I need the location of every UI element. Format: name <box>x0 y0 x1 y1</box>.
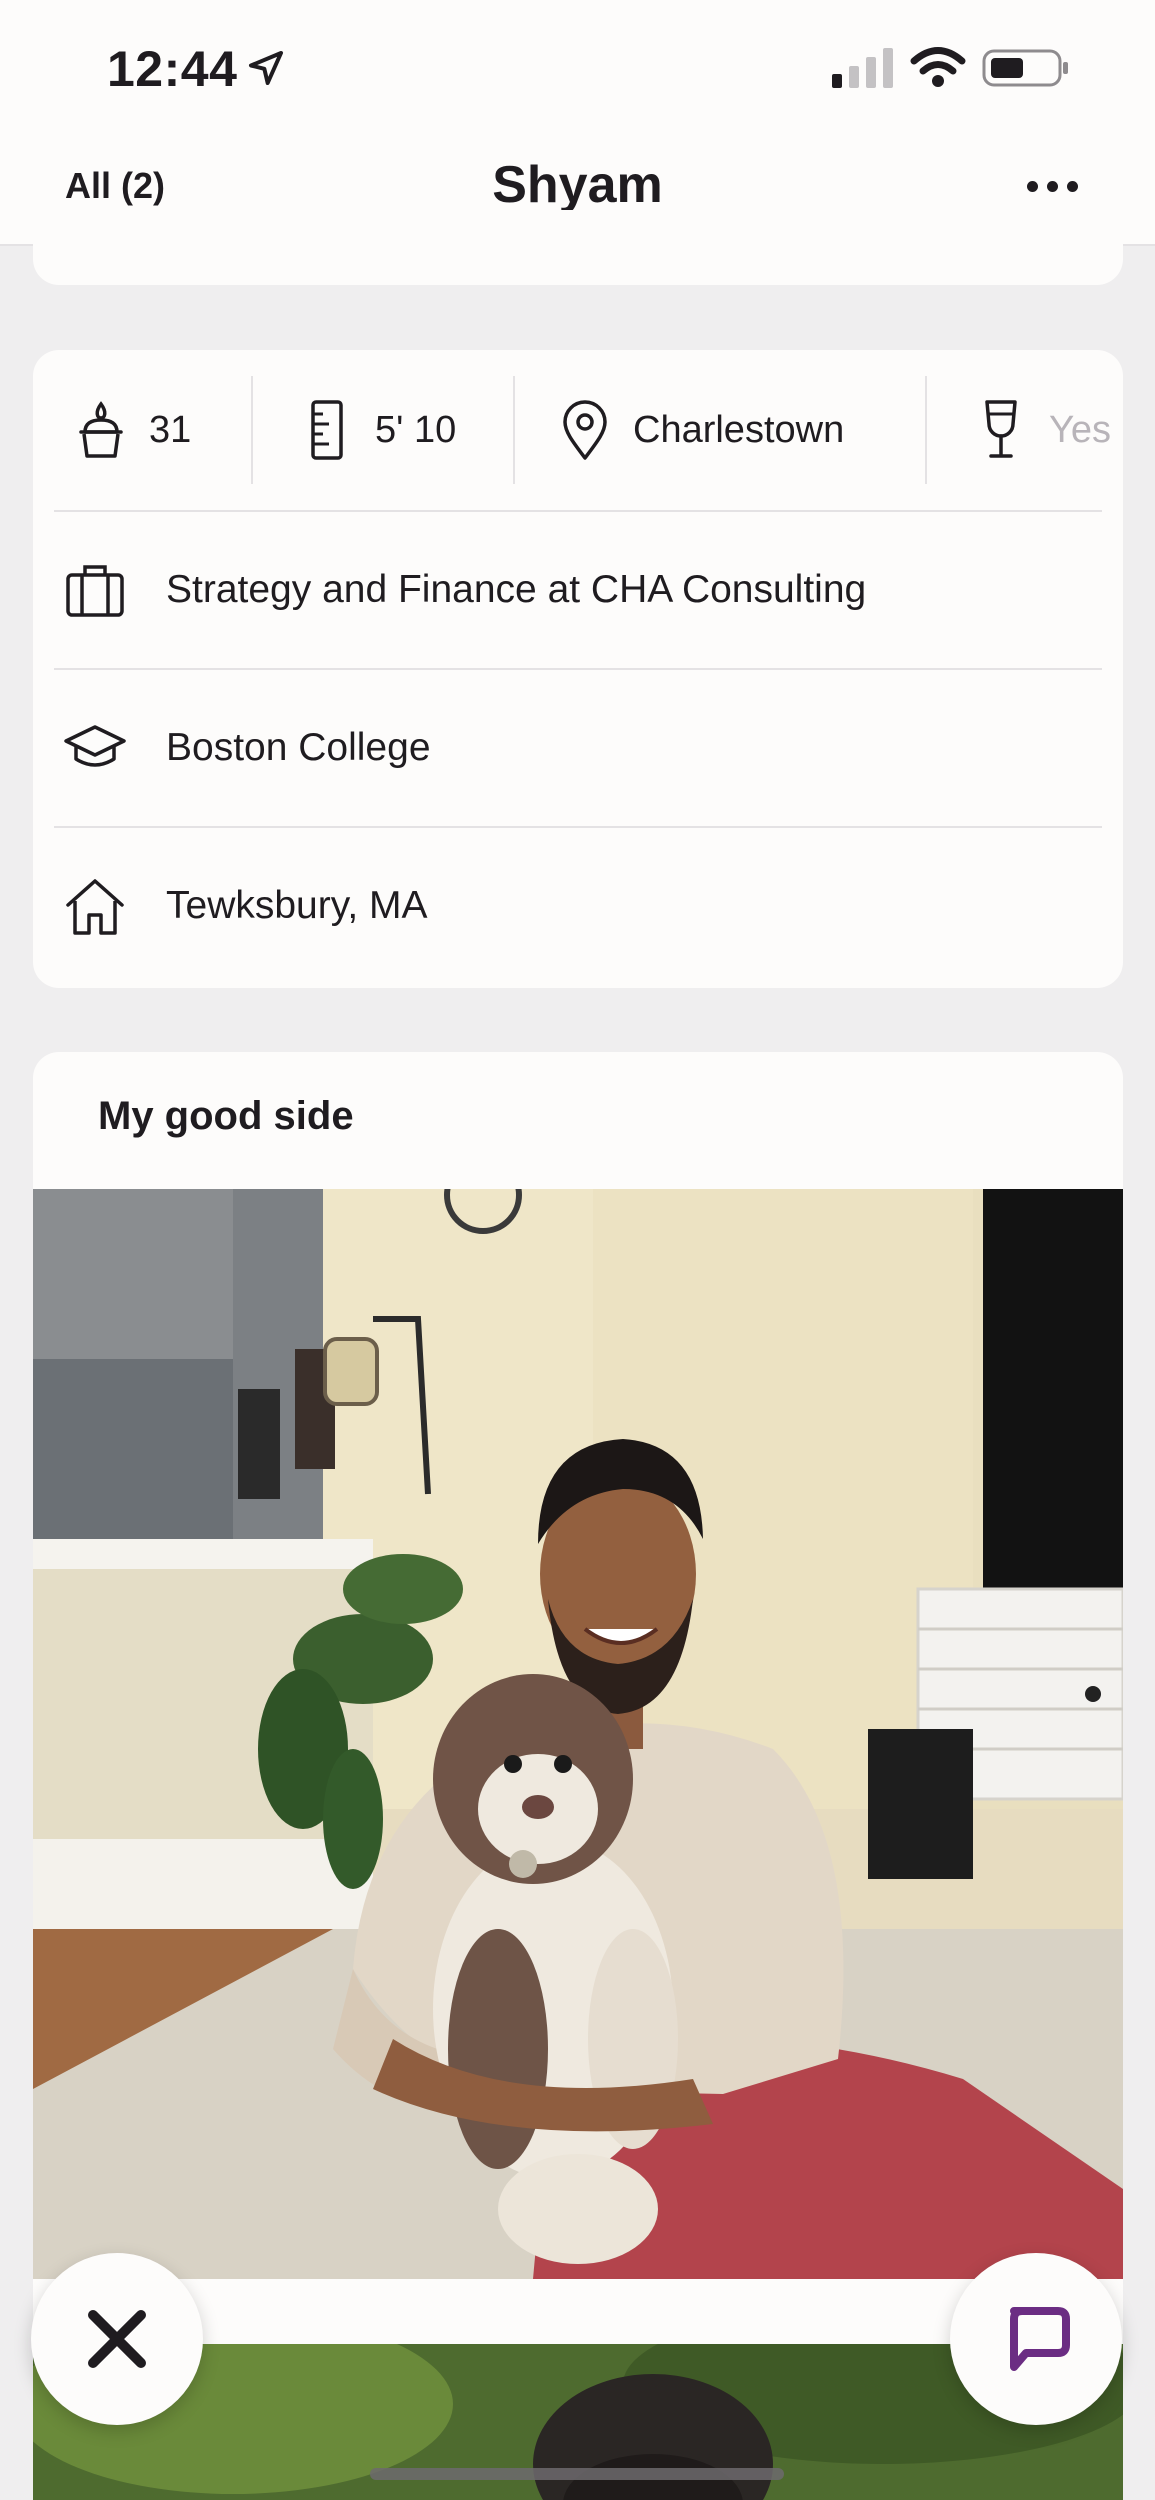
info-row-job: Strategy and Finance at CHA Consulting <box>54 510 1102 668</box>
info-row-school: Boston College <box>54 668 1102 826</box>
ruler-icon <box>311 400 343 460</box>
vital-height: 5' 10 <box>251 376 513 484</box>
cake-icon <box>79 401 123 458</box>
job-text: Strategy and Finance at CHA Consulting <box>166 568 867 611</box>
profile-photo[interactable] <box>33 1189 1123 2279</box>
vital-age: 31 <box>33 376 251 484</box>
home-indicator[interactable] <box>370 2468 784 2480</box>
cellular-signal-icon <box>832 48 893 88</box>
pass-button[interactable] <box>31 2253 203 2425</box>
wine-glass-icon <box>985 400 1017 458</box>
location-value: Charlestown <box>633 408 845 451</box>
photo-prompt-label: My good side <box>98 1094 354 1138</box>
more-dot <box>1026 180 1038 192</box>
status-time: 12:44 <box>107 41 238 97</box>
profile-info-card: 31 5' 10 Charlestown Yes Strategy and Fi… <box>33 350 1123 988</box>
vitals-strip[interactable]: 31 5' 10 Charlestown Yes <box>33 350 1123 510</box>
more-options-icon[interactable] <box>1022 166 1082 206</box>
chat-bubble-icon <box>1010 2307 1070 2371</box>
age-value: 31 <box>149 408 192 451</box>
battery-icon <box>982 49 1068 87</box>
close-x-icon <box>88 2310 146 2368</box>
hometown-text: Tewksbury, MA <box>166 884 428 927</box>
house-icon <box>66 879 124 935</box>
previous-card-bottom <box>33 210 1123 285</box>
photo-card: My good side <box>33 1052 1123 2500</box>
comment-button[interactable] <box>950 2253 1122 2425</box>
profile-name-title: Shyam <box>492 156 663 214</box>
drinking-value: Yes <box>1049 408 1111 451</box>
more-dot <box>1066 180 1078 192</box>
location-arrow-icon <box>249 51 283 85</box>
vital-drinking: Yes <box>925 376 1111 484</box>
map-pin-icon <box>563 400 607 460</box>
wifi-icon <box>910 47 966 87</box>
more-dot <box>1046 180 1058 192</box>
graduation-cap-icon <box>64 725 126 767</box>
briefcase-icon <box>66 565 124 617</box>
vital-location: Charlestown <box>513 376 925 484</box>
school-text: Boston College <box>166 726 431 769</box>
height-value: 5' 10 <box>375 408 457 451</box>
info-row-hometown: Tewksbury, MA <box>54 826 1102 984</box>
